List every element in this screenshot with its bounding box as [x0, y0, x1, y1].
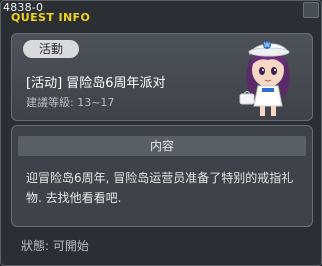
quest-category-tag: 活動 — [23, 40, 79, 58]
window-title: QUEST INFO — [11, 11, 91, 24]
quest-info-window: 4838-0 QUEST INFO 活動 [活动] 冒险岛6周年派对 建議等級:… — [0, 0, 322, 266]
npc-portrait-icon: W — [239, 41, 290, 116]
quest-description: 迎冒险岛6周年, 冒险岛运营员准备了特别的戒指礼物. 去找他看看吧. — [26, 171, 294, 205]
svg-text:W: W — [264, 42, 270, 49]
quest-content-card: 内容 迎冒险岛6周年, 冒险岛运营员准备了特别的戒指礼物. 去找他看看吧. — [11, 125, 313, 227]
quest-header-card: 活動 [活动] 冒险岛6周年派对 建議等級: 13~17 W — [11, 33, 313, 121]
quest-name: [活动] 冒险岛6周年派对 — [26, 76, 166, 91]
close-button[interactable] — [303, 2, 319, 18]
quest-recommended-level: 建議等級: 13~17 — [26, 96, 115, 109]
content-section-header: 内容 — [18, 136, 306, 156]
quest-status: 狀態: 可開始 — [21, 239, 89, 253]
